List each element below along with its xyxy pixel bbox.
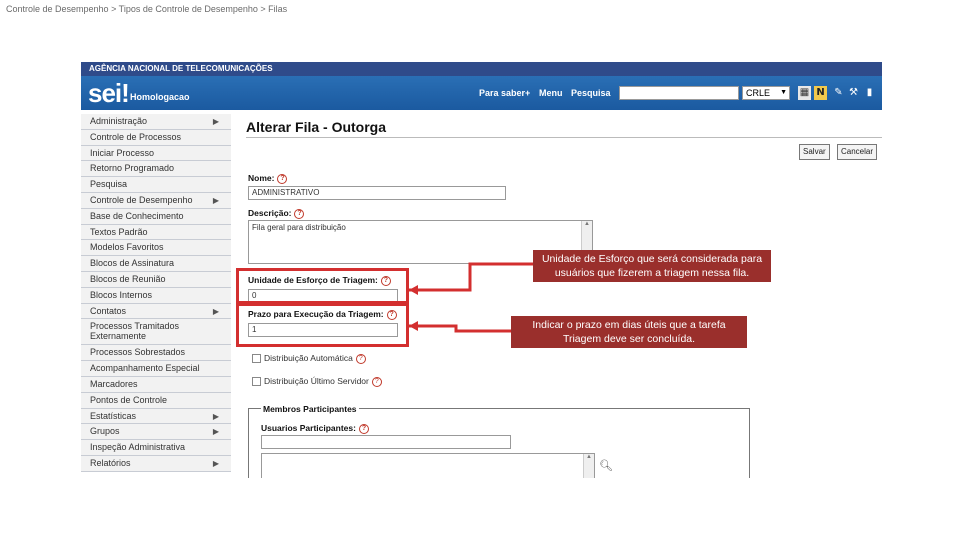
chevron-right-icon: ▶	[212, 306, 219, 316]
sidebar-item[interactable]: Blocos Internos	[81, 287, 231, 304]
environment-label: Homologacao	[130, 92, 190, 102]
sidebar-item[interactable]: Retorno Programado	[81, 161, 231, 178]
help-icon[interactable]: ?	[371, 376, 382, 387]
sidebar-item-label: Contatos	[90, 305, 127, 316]
nome-input[interactable]: ADMINISTRATIVO	[248, 186, 506, 200]
sidebar-item-label: Pontos de Controle	[90, 394, 168, 405]
usuarios-input[interactable]	[261, 435, 511, 449]
esforco-highlight	[236, 268, 409, 304]
chevron-right-icon: ▶	[212, 117, 219, 126]
sidebar-item-label: Base de Conhecimento	[90, 210, 184, 221]
notification-icon[interactable]: ▦	[798, 86, 811, 100]
sidebar-item-label: Blocos Internos	[90, 289, 153, 300]
sidebar-item[interactable]: Acompanhamento Especial	[81, 361, 231, 377]
sidebar-item[interactable]: Contatos ▶	[81, 303, 231, 320]
descricao-label: Descrição:?	[248, 208, 305, 219]
sidebar-item-label: Iniciar Processo	[90, 147, 155, 158]
page-title: Alterar Fila - Outorga	[246, 119, 387, 135]
sei-logo[interactable]: sei!	[88, 78, 130, 109]
membros-legend: Membros Participantes	[261, 404, 359, 414]
nome-label: Nome:?	[248, 173, 288, 184]
nav-pesquisa[interactable]: Pesquisa	[571, 88, 611, 98]
sidebar-item-label: Modelos Favoritos	[90, 242, 164, 253]
sidebar-item-label: Estatísticas	[90, 410, 137, 421]
nav-menu[interactable]: Menu	[539, 88, 563, 98]
help-icon[interactable]: ?	[294, 208, 305, 219]
descricao-value: Fila geral para distribuição	[252, 223, 346, 232]
sidebar-item-label: Acompanhamento Especial	[90, 363, 200, 374]
sidebar-item-label: Administração	[90, 116, 148, 126]
sidebar-item-label: Marcadores	[90, 378, 138, 389]
sidebar-item-label: Textos Padrão	[90, 226, 148, 237]
chevron-right-icon: ▶	[212, 195, 219, 205]
usuarios-label: Usuarios Participantes:?	[261, 423, 369, 434]
agency-banner: AGÊNCIA NACIONAL DE TELECOMUNICAÇÕES	[81, 62, 882, 76]
distrib-auto-checkbox[interactable]	[252, 354, 261, 363]
sidebar-item-label: Blocos de Reunião	[90, 273, 166, 284]
sidebar-item-label: Processos Tramitados Externamente	[90, 321, 180, 342]
sidebar-item-label: Retorno Programado	[90, 163, 175, 174]
esforco-callout: Unidade de Esforço que será considerada …	[533, 250, 771, 282]
sidebar-item[interactable]: Iniciar Processo	[81, 145, 231, 162]
tools-icon[interactable]: ✎	[832, 86, 845, 100]
sidebar-item[interactable]: Blocos de Assinatura	[81, 256, 231, 272]
sidebar-item-label: Pesquisa	[90, 179, 128, 190]
sidebar-item[interactable]: Processos Sobrestados	[81, 345, 231, 362]
sidebar-item[interactable]: Pontos de Controle	[81, 392, 231, 409]
sidebar-item[interactable]: Pesquisa	[81, 177, 231, 193]
chevron-right-icon: ▶	[212, 427, 219, 437]
membros-fieldset: Membros Participantes Usuarios Participa…	[248, 404, 750, 478]
sidebar-item[interactable]: Blocos de Reunião	[81, 271, 231, 288]
sidebar-item[interactable]: Inspeção Administrativa	[81, 440, 231, 456]
logout-icon[interactable]: ▮	[863, 86, 876, 100]
help-icon[interactable]: ?	[277, 173, 288, 184]
save-button[interactable]: Salvar	[799, 144, 830, 160]
sidebar-item-label: Blocos de Assinatura	[90, 258, 175, 269]
sidebar-item[interactable]: Administração ▶	[81, 114, 231, 130]
chevron-right-icon: ▶	[212, 458, 219, 468]
sidebar-item-label: Controle de Desempenho	[90, 194, 193, 205]
help-icon[interactable]: ?	[355, 353, 366, 364]
cancel-button[interactable]: Cancelar	[837, 144, 878, 160]
sidebar-item[interactable]: Relatórios ▶	[81, 455, 231, 472]
sidebar-item[interactable]: Marcadores	[81, 376, 231, 393]
nav-para-saber[interactable]: Para saber+	[479, 88, 530, 98]
sidebar-menu: Administração ▶ Controle de Processos Inici…	[81, 114, 232, 472]
search-icon[interactable]: 🔍︎	[599, 459, 613, 472]
user-icon[interactable]: N	[814, 86, 827, 100]
sidebar-item[interactable]: Estatísticas ▶	[81, 408, 231, 425]
unit-select[interactable]: CRLE ▼	[742, 86, 790, 100]
chevron-right-icon: ▶	[212, 411, 219, 421]
sidebar-item[interactable]: Controle de Desempenho ▶	[81, 192, 231, 209]
distrib-ultimo-checkbox[interactable]	[252, 377, 261, 386]
distrib-ultimo-label: Distribuição Último Servidor?	[264, 376, 382, 387]
sidebar-item-label: Grupos	[90, 426, 120, 437]
sidebar-item[interactable]: Processos Tramitados Externamente	[81, 319, 231, 346]
sidebar-item-label: Inspeção Administrativa	[90, 442, 186, 453]
app-header: sei! Homologacao Para saber+ Menu Pesqui…	[81, 76, 882, 110]
prazo-callout: Indicar o prazo em dias úteis que a tare…	[511, 316, 747, 348]
breadcrumb: Controle de Desempenho > Tipos de Contro…	[6, 4, 288, 14]
sidebar-item[interactable]: Base de Conhecimento	[81, 208, 231, 225]
unit-select-value: CRLE	[746, 88, 771, 98]
exit-icon[interactable]: ⚒	[847, 86, 860, 100]
search-input[interactable]	[619, 86, 739, 100]
sidebar-item-label: Relatórios	[90, 457, 131, 468]
scrollbar[interactable]: ▲	[583, 454, 594, 478]
sidebar-item-label: Processos Sobrestados	[90, 347, 186, 358]
sidebar-item[interactable]: Grupos ▶	[81, 424, 231, 441]
title-divider	[246, 137, 882, 138]
sidebar-item[interactable]: Controle de Processos	[81, 129, 231, 146]
sidebar-item-label: Controle de Processos	[90, 131, 182, 142]
prazo-highlight	[236, 303, 409, 347]
usuarios-list[interactable]: ▲	[261, 453, 595, 478]
help-icon[interactable]: ?	[358, 423, 369, 434]
sidebar-item[interactable]: Textos Padrão	[81, 224, 231, 241]
sidebar-item[interactable]: Modelos Favoritos	[81, 240, 231, 257]
distrib-auto-label: Distribuição Automática?	[264, 353, 366, 364]
chevron-down-icon: ▼	[780, 89, 787, 96]
